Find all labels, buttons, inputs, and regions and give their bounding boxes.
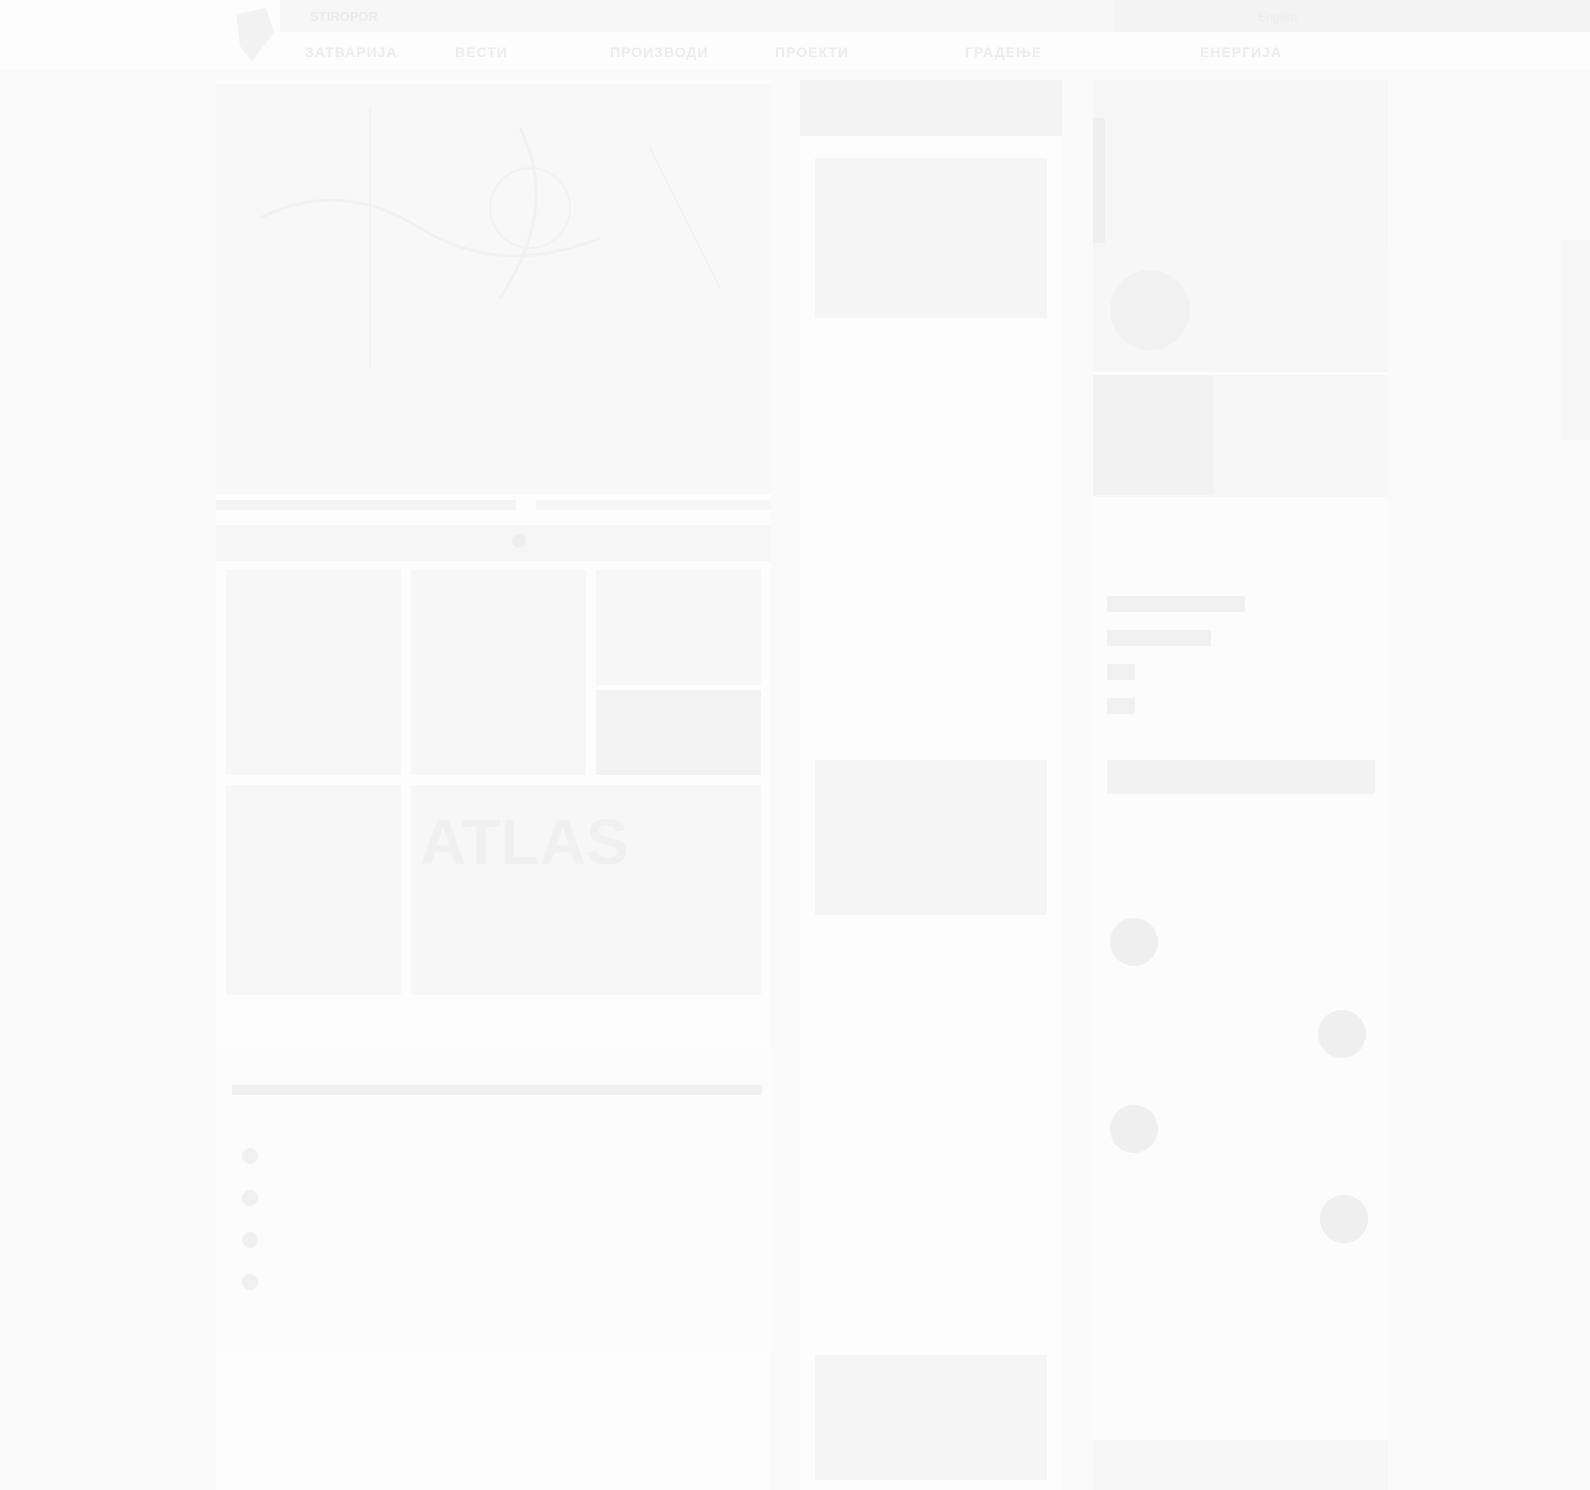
sponsor-tile[interactable] (226, 785, 401, 995)
right-bottom-banner[interactable] (1093, 1440, 1388, 1490)
blog-stripe (232, 1085, 762, 1095)
avatar-icon (1110, 1105, 1158, 1153)
poll-bar (1107, 698, 1135, 714)
nav-item-zatvarija[interactable]: ЗАТВАРИЈА (305, 44, 398, 60)
circle-bullet-icon (242, 1190, 258, 1206)
top-ticker[interactable]: STIROPOR (310, 9, 378, 24)
sponsor-tile[interactable] (226, 570, 401, 775)
nav-item-gradjenje[interactable]: ГРАДЕЊЕ (965, 44, 1042, 60)
sponsor-tile[interactable] (596, 570, 761, 685)
poll-bar (1107, 664, 1135, 680)
nav-item-vesti[interactable]: ВЕСТИ (455, 44, 508, 60)
avatar-icon (1110, 918, 1158, 966)
news-image[interactable] (815, 158, 1047, 318)
clock-icon (512, 534, 526, 548)
card-logo-icon (1110, 270, 1190, 350)
avatar-icon (1320, 1195, 1368, 1243)
blog-box (216, 1050, 771, 1350)
sponsor-tile[interactable] (596, 690, 761, 775)
right-top-banner[interactable] (1093, 80, 1388, 250)
side-banner[interactable] (1562, 240, 1590, 440)
hero-image[interactable] (220, 88, 750, 378)
card-image-icon (1093, 375, 1213, 495)
top-strip-right (1115, 0, 1590, 32)
sponsors-header (216, 525, 771, 561)
hero-pagination[interactable] (216, 496, 771, 514)
nav-item-energija[interactable]: ЕНЕРГИЈА (1200, 44, 1282, 60)
poll-bar (1107, 596, 1245, 612)
nav-item-proizvodi[interactable]: ПРОИЗВОДИ (610, 44, 708, 60)
right-accent-bar (1093, 118, 1105, 243)
news-image[interactable] (815, 1355, 1047, 1480)
language-switch[interactable]: English (1258, 10, 1297, 24)
news-header (800, 80, 1062, 136)
circle-bullet-icon (242, 1274, 258, 1290)
news-image[interactable] (815, 760, 1047, 915)
poll-bar (1107, 630, 1211, 646)
sponsor-tile[interactable] (411, 570, 586, 775)
brand-logo-icon[interactable] (232, 6, 278, 64)
circle-bullet-icon (242, 1148, 258, 1164)
circle-bullet-icon (242, 1232, 258, 1248)
atlas-logo: ATLAS (420, 806, 629, 878)
poll-vote-button[interactable] (1107, 760, 1375, 794)
nav-item-projekti[interactable]: ПРОЕКТИ (775, 44, 849, 60)
avatar-icon (1318, 1010, 1366, 1058)
